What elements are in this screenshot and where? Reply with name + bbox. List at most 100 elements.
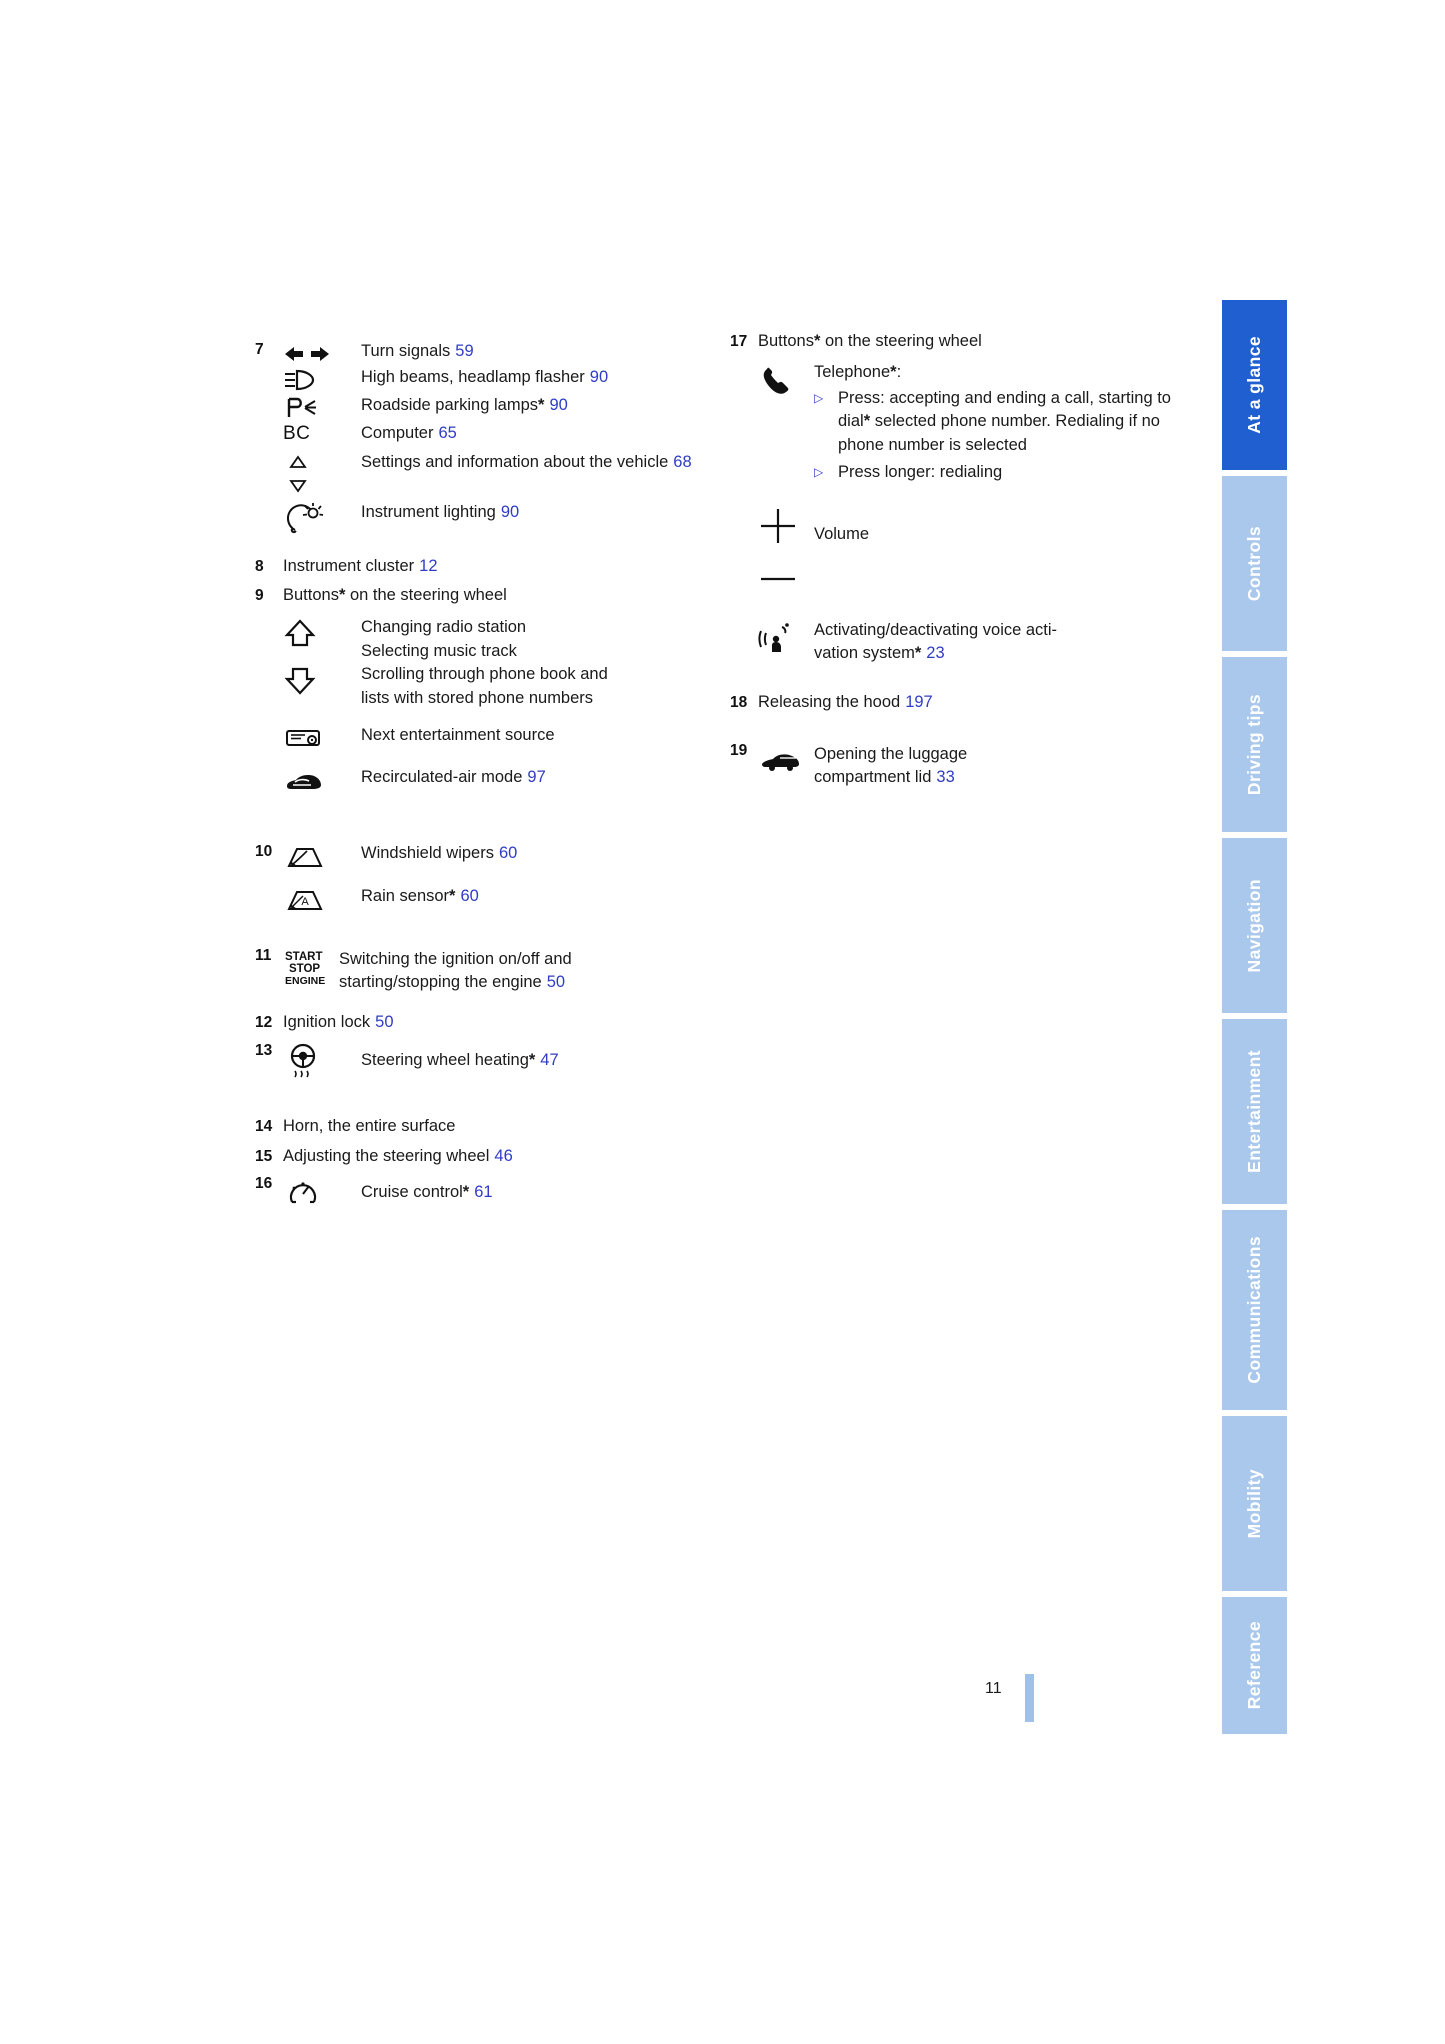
entry-line: lists with stored phone numbers: [361, 688, 594, 707]
entry-text: Buttons* on the steering wheel: [283, 584, 725, 607]
page-ref: 46: [494, 1146, 513, 1165]
entry-text: Changing radio station Selecting music t…: [361, 615, 725, 710]
turn-signals-icon: [283, 340, 361, 364]
item-number: 19: [730, 741, 748, 759]
right-column: 17 Buttons* on the steering wheel Teleph…: [730, 330, 1190, 790]
page-ref: 90: [500, 503, 520, 522]
steering-wheel-heating-icon: [283, 1041, 361, 1081]
entry-line-2: vation system* 23: [814, 642, 1190, 665]
entry-label: Adjusting the steering wheel: [283, 1146, 490, 1165]
entry-line: Activating/deactivating voice acti-: [814, 620, 1058, 639]
bullet-line: phone number is selected: [838, 435, 1027, 454]
legend-item-12: 12 Ignition lock 50: [255, 1011, 725, 1034]
item-number: 7: [255, 341, 264, 358]
tab-entertainment[interactable]: Entertainment: [1222, 1019, 1287, 1204]
page-ref: 59: [455, 342, 474, 360]
bullet-line: Press: accepting and ending a: [838, 388, 1060, 407]
tab-communications[interactable]: Communications: [1222, 1210, 1287, 1410]
page-ref: 33: [936, 768, 955, 787]
tab-label: Driving tips: [1244, 693, 1264, 796]
item-number: 11: [255, 946, 272, 964]
footnote-asterisk: *: [462, 1183, 470, 1202]
up-down-arrows-icon: [283, 451, 361, 495]
svg-text:START: START: [285, 951, 322, 963]
tab-reference[interactable]: Reference: [1222, 1597, 1287, 1734]
entry-label: vation system: [814, 643, 915, 662]
page-ref: 50: [375, 1012, 394, 1031]
tab-at-a-glance[interactable]: At a glance: [1222, 300, 1287, 470]
entry-label: Rain sensor: [361, 886, 450, 905]
entry-label: Cruise control: [361, 1183, 463, 1202]
entry-text: Instrument lighting 90: [361, 501, 725, 524]
footnote-asterisk: *: [538, 396, 545, 414]
entry-label: Ignition lock: [283, 1012, 371, 1031]
tab-mobility[interactable]: Mobility: [1222, 1416, 1287, 1591]
page-ref: 90: [549, 396, 568, 414]
item-number: 8: [255, 558, 264, 576]
legend-item-11: 11 START STOP ENGINE Switching the ignit…: [255, 946, 725, 995]
entry-label: Telephone: [814, 363, 891, 382]
tab-driving-tips[interactable]: Driving tips: [1222, 657, 1287, 832]
heading-tail: :: [896, 363, 902, 382]
voice-activation-icon: [758, 617, 814, 657]
section-tab-strip: At a glance Controls Driving tips Naviga…: [1222, 300, 1287, 1734]
windshield-wipers-icon: [283, 842, 361, 871]
entry-label: Releasing the hood: [758, 693, 901, 712]
item-number: 12: [255, 1013, 273, 1031]
entry-text: Activating/deactivating voice acti- vati…: [814, 617, 1190, 666]
legend-subitem-telephone: Telephone*: ▷ Press: accepting and endin…: [730, 361, 1190, 484]
entry-label: Next entertainment source: [361, 725, 555, 744]
bullet-text: Press longer: redialing: [838, 463, 1003, 482]
legend-item-13: 13 Steering wheel heating* 47: [255, 1041, 725, 1081]
entry-text: Computer 65: [361, 422, 725, 445]
legend-subitem-parking-lamps: Roadside parking lamps* 90: [255, 394, 725, 420]
legend-item-10: 10 Windshield wipers 60: [255, 842, 725, 871]
legend-subitem-recirculated-air: Recirculated-air mode 97: [255, 766, 725, 794]
page-ref: 12: [419, 557, 438, 576]
entry-label: Instrument lighting: [361, 503, 496, 522]
rain-sensor-icon: A: [283, 885, 361, 914]
entry-label: Settings and information about the vehic…: [361, 453, 669, 472]
tab-controls[interactable]: Controls: [1222, 476, 1287, 651]
tab-label: At a glance: [1244, 336, 1264, 434]
cruise-control-icon: [283, 1174, 361, 1210]
entry-text: Cruise control* 61: [361, 1174, 725, 1204]
legend-subitem-volume: Volume: [730, 503, 1190, 597]
legend-item-7: 7 Turn signals 59: [255, 340, 725, 364]
entry-label: Buttons: [283, 585, 339, 604]
legend-item-8: 8 Instrument cluster 12: [255, 555, 725, 578]
manual-page: At a glance Controls Driving tips Naviga…: [0, 0, 1445, 2044]
instrument-lighting-icon: [283, 501, 361, 535]
entry-label-tail: on the steering wheel: [345, 585, 507, 604]
tab-label: Mobility: [1244, 1468, 1264, 1539]
entry-text: Turn signals 59: [361, 340, 725, 363]
entry-line: Opening the luggage: [814, 744, 968, 763]
telephone-handset-icon: [758, 361, 814, 399]
legend-subitem-entertainment-source: Next entertainment source: [255, 724, 725, 752]
tab-label: Entertainment: [1244, 1050, 1264, 1173]
item-number: 17: [730, 333, 748, 350]
page-ref: 61: [474, 1183, 493, 1202]
item-number: 18: [730, 694, 748, 712]
tab-navigation[interactable]: Navigation: [1222, 838, 1287, 1013]
entry-label: Recirculated-air mode: [361, 767, 523, 786]
volume-plus-minus-icon: [758, 503, 814, 597]
item-number: 16: [255, 1175, 273, 1193]
item-number: 15: [255, 1147, 273, 1165]
page-ref: 47: [540, 1051, 559, 1070]
svg-text:ENGINE: ENGINE: [285, 975, 325, 987]
entry-text: Instrument cluster 12: [283, 555, 725, 578]
page-ref: 68: [673, 453, 692, 472]
entry-label: Roadside parking lamps: [361, 396, 539, 414]
item-number: 13: [255, 1042, 273, 1060]
telephone-bullet-1: ▷ Press: accepting and ending a call, st…: [814, 387, 1190, 457]
entry-line: Changing radio station: [361, 618, 527, 637]
entry-text: Horn, the entire surface: [283, 1115, 725, 1138]
entry-label: Horn, the entire surface: [283, 1117, 456, 1136]
telephone-heading: Telephone*:: [814, 361, 1190, 384]
tab-label: Reference: [1244, 1621, 1264, 1710]
entry-line-2: starting/stopping the engine 50: [339, 971, 725, 994]
legend-item-18: 18 Releasing the hood 197: [730, 691, 1190, 714]
luggage-compartment-icon: [758, 741, 814, 775]
entry-label: High beams, headlamp flasher: [361, 368, 585, 386]
